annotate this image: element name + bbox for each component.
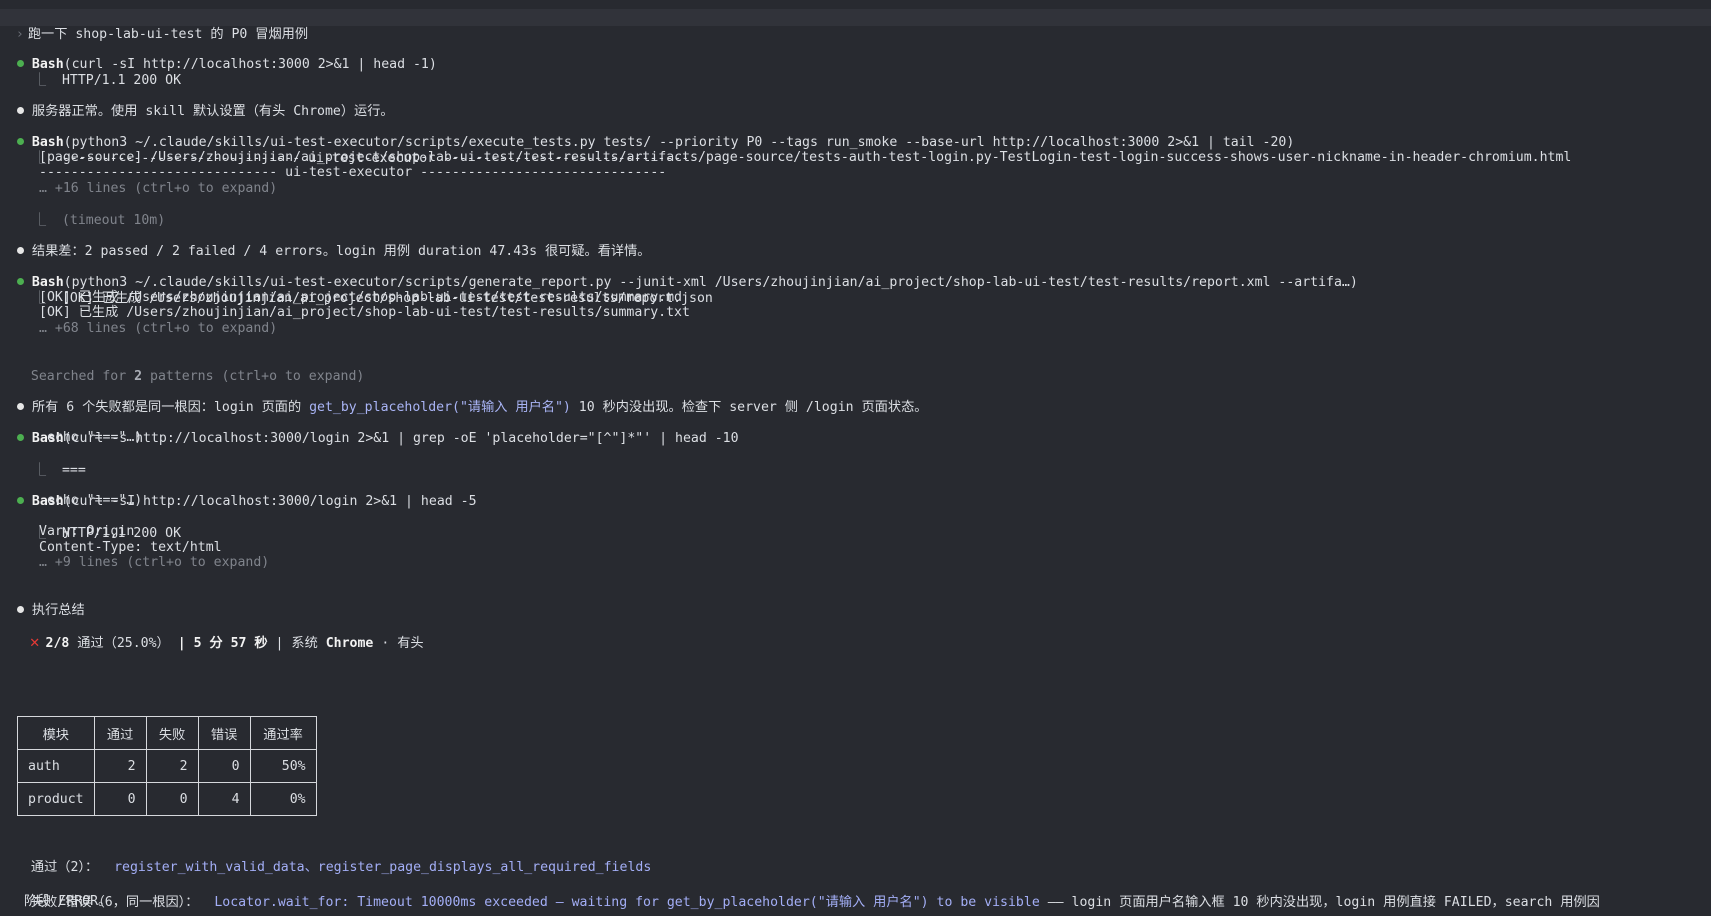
failed-description: —— login 页面用户名输入框 10 秒内没出现，login 用例直接 FA… xyxy=(1039,895,1600,910)
message-dot-icon xyxy=(16,107,24,114)
col-pass-rate: 通过率 xyxy=(249,716,317,750)
table-header-row: 模块 通过 失败 错误 通过率 xyxy=(17,716,317,750)
cell-pass-rate: 0% xyxy=(249,782,317,816)
assistant-message: 结果差：2 passed / 2 failed / 4 errors。login… xyxy=(0,226,651,259)
timeout-note: ⎿ (timeout 10m) xyxy=(17,195,165,228)
table-row: product 0 0 4 0% xyxy=(17,782,317,816)
col-failed: 失败 xyxy=(145,716,199,750)
tool-output: ⎿ [OK] 已生成 /Users/zhoujinjian/ai_project… xyxy=(17,273,713,306)
system-value: Chrome xyxy=(325,636,374,651)
user-prompt: › 跑一下 shop-lab-ui-test 的 P0 冒烟用例 xyxy=(0,9,1711,42)
passed-items: register_with_valid_data、register_page_d… xyxy=(114,860,652,875)
pass-label: 通过（25.0%） xyxy=(69,636,170,651)
cell-failed: 2 xyxy=(145,749,199,783)
output-line: ------------------------------ ui-test-e… xyxy=(39,165,667,180)
tool-command-continuation: echo "==="…) xyxy=(39,430,143,445)
tool-command-continuation: echo "==="…) xyxy=(39,493,143,508)
output-line: Vary: Origin xyxy=(39,524,135,539)
passed-label: 通过（2）： xyxy=(30,860,99,875)
tool-call-curl-root[interactable]: Bash(curl -sI http://localhost:3000 2>&1… xyxy=(0,39,437,72)
table-row: auth 2 2 0 50% xyxy=(17,749,317,783)
cross-mark-icon: ✕ xyxy=(29,632,40,651)
tool-call-curl-login[interactable]: Bash(curl -s http://localhost:3000/login… xyxy=(0,413,739,446)
passed-list: 通过（2）： register_with_valid_data、register… xyxy=(15,842,651,875)
message-dot-icon xyxy=(16,403,24,410)
failed-error-code: Locator.wait_for: Timeout 10000ms exceed… xyxy=(214,895,1040,910)
tool-output: ⎿ === xyxy=(17,445,86,478)
separator: | xyxy=(169,636,194,651)
mode-value: · 有头 xyxy=(373,636,424,651)
cell-module: product xyxy=(17,782,95,816)
tool-output: ⎿ ------------------------------ ui-test… xyxy=(17,133,689,166)
system-label: | 系统 xyxy=(267,636,326,651)
message-dot-icon xyxy=(16,606,24,613)
tool-call-generate-report[interactable]: Bash(python3 ~/.claude/skills/ui-test-ex… xyxy=(0,257,1358,290)
assistant-message: 所有 6 个失败都是同一根因：login 页面的 get_by_placehol… xyxy=(0,382,927,415)
expand-more-link[interactable]: … +68 lines (ctrl+o to expand) xyxy=(39,320,277,337)
expand-more-link[interactable]: … +9 lines (ctrl+o to expand) xyxy=(39,554,269,571)
cell-pass-rate: 50% xyxy=(249,749,317,783)
results-table: 模块 通过 失败 错误 通过率 auth 2 2 0 50% product 0… xyxy=(17,716,317,816)
failed-description-continuation: 阶段 ERROR。 xyxy=(24,894,112,909)
pass-fraction: 2/8 xyxy=(45,636,70,651)
success-dot-icon xyxy=(16,497,24,504)
cell-module: auth xyxy=(17,749,95,783)
cell-passed: 2 xyxy=(93,749,147,783)
tool-call-curl-login-head[interactable]: Bash(curl -sI http://localhost:3000/logi… xyxy=(0,476,477,509)
output-line: [OK] 已生成 /Users/zhoujinjian/ai_project/s… xyxy=(39,305,690,320)
assistant-message: 执行总结 xyxy=(0,585,85,618)
duration: 5 分 57 秒 xyxy=(193,636,268,651)
failed-list: 失败/错误（6，同一根因）： Locator.wait_for: Timeout… xyxy=(15,877,1600,910)
col-passed: 通过 xyxy=(93,716,147,750)
message-dot-icon xyxy=(16,247,24,254)
searched-patterns-link[interactable]: Searched for 2 patterns (ctrl+o to expan… xyxy=(15,351,364,384)
assistant-message: 服务器正常。使用 skill 默认设置（有头 Chrome）运行。 xyxy=(0,86,394,119)
cell-errors: 4 xyxy=(197,782,251,816)
tool-call-execute-tests[interactable]: Bash(python3 ~/.claude/skills/ui-test-ex… xyxy=(0,117,1294,150)
summary-line: ✕ 2/8 通过（25.0%） | 5 分 57 秒 | 系统 Chrome · … xyxy=(14,616,424,651)
cell-errors: 0 xyxy=(197,749,251,783)
tool-output: ⎿ HTTP/1.1 200 OK xyxy=(17,55,181,88)
tool-command: (curl -s http://localhost:3000/login 2>&… xyxy=(63,431,739,446)
cell-failed: 0 xyxy=(145,782,199,816)
col-errors: 错误 xyxy=(197,716,251,750)
cell-passed: 0 xyxy=(93,782,147,816)
col-module: 模块 xyxy=(17,716,95,750)
success-dot-icon xyxy=(16,434,24,441)
